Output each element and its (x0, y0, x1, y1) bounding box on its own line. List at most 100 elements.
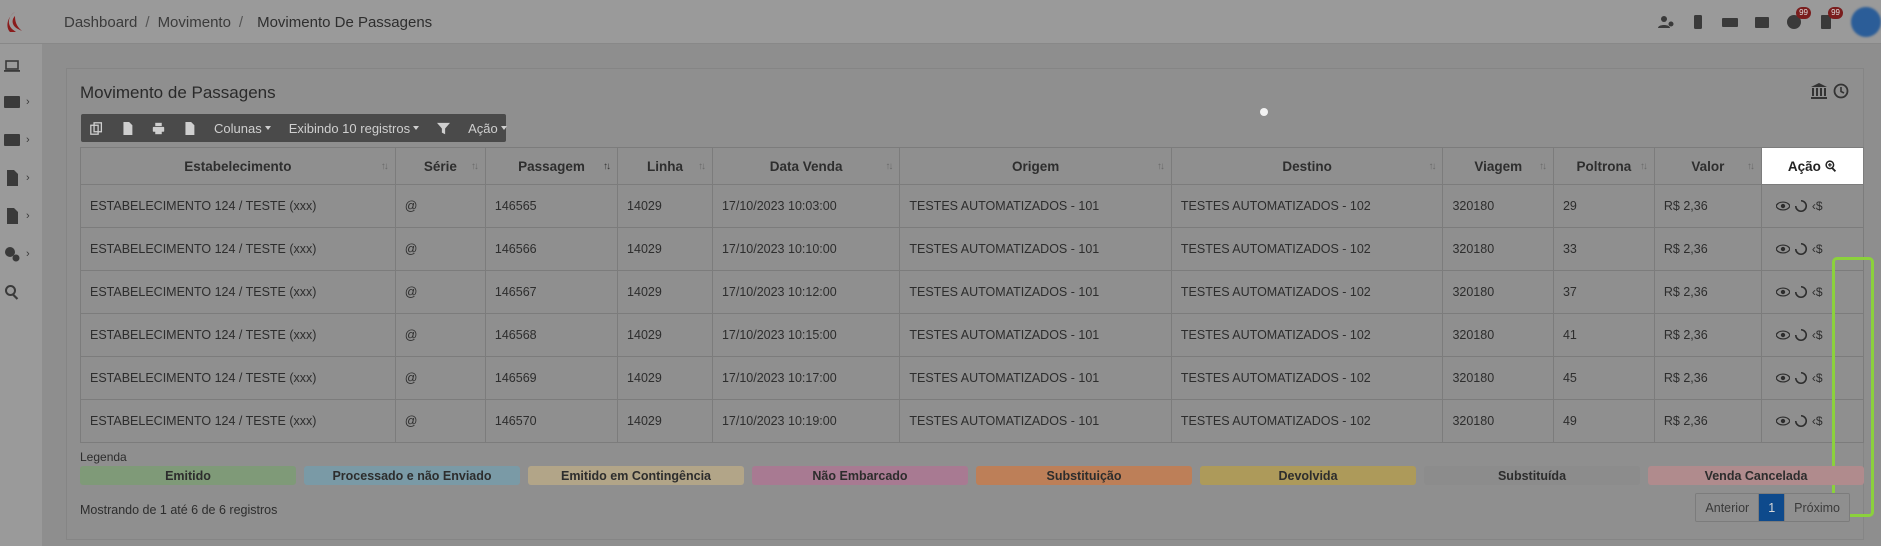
cell-destination: TESTES AUTOMATIZADOS - 102 (1170, 399, 1444, 443)
table-row[interactable]: ESTABELECIMENTO 124 / TESTE (xxx) @146567… (80, 270, 1865, 314)
refund-icon[interactable]: ‹$ (1812, 414, 1823, 428)
user-settings-icon[interactable] (1657, 13, 1675, 31)
sidebar-item-file-invoice[interactable]: › (0, 204, 42, 228)
pdf-icon (185, 121, 195, 135)
gears-icon (5, 247, 20, 262)
print-button[interactable] (143, 114, 174, 142)
legend-chip: Processado e não Enviado (304, 466, 520, 485)
column-header[interactable]: Passagem ↑↓ (484, 147, 619, 185)
sidebar-item-file[interactable]: › (0, 166, 42, 190)
column-header-label: Ação (1787, 158, 1821, 174)
undo-icon[interactable] (1794, 328, 1808, 342)
table-row[interactable]: ESTABELECIMENTO 124 / TESTE (xxx) @146570… (80, 399, 1865, 443)
cell-trip: 320180 (1442, 399, 1554, 443)
column-header-label: Série (423, 158, 457, 174)
document-icon[interactable]: 99 (1817, 7, 1843, 31)
undo-icon[interactable] (1794, 371, 1808, 385)
file-invoice-icon (7, 208, 18, 224)
refund-icon[interactable]: ‹$ (1812, 371, 1823, 385)
cell-line: 14029 (617, 270, 713, 314)
next-page-button[interactable]: Próximo (1785, 494, 1849, 521)
eye-icon[interactable] (1775, 414, 1790, 428)
columns-dropdown[interactable]: Colunas (205, 114, 280, 142)
cash-register-icon[interactable] (1753, 13, 1771, 31)
bank-icon[interactable] (1811, 83, 1827, 99)
column-header[interactable]: Valor ↑↓ (1653, 147, 1762, 185)
refund-icon[interactable]: ‹$ (1812, 242, 1823, 256)
chevron-right-icon: › (26, 210, 30, 222)
table-row[interactable]: ESTABELECIMENTO 124 / TESTE (xxx) @146569… (80, 356, 1865, 400)
table-row[interactable]: ESTABELECIMENTO 124 / TESTE (xxx) @146568… (80, 313, 1865, 357)
page-length-dropdown[interactable]: Exibindo 10 registros (280, 114, 428, 142)
cell-series: @ (394, 227, 486, 271)
sidebar-item-settings[interactable]: › (0, 242, 42, 266)
mobile-icon[interactable] (1689, 13, 1707, 31)
legend-chip: Venda Cancelada (1648, 466, 1864, 485)
column-header[interactable]: Destino ↑↓ (1170, 147, 1444, 185)
cell-series: @ (394, 356, 486, 400)
history-icon[interactable] (1833, 83, 1849, 99)
eye-icon[interactable] (1775, 328, 1790, 342)
cell-series: @ (394, 399, 486, 443)
table-row[interactable]: ESTABELECIMENTO 124 / TESTE (xxx) @146565… (80, 184, 1865, 228)
cell-ticket: 146570 (484, 399, 619, 443)
previous-page-button[interactable]: Anterior (1696, 494, 1760, 521)
cell-trip: 320180 (1442, 184, 1554, 228)
column-header[interactable]: Linha ↑↓ (617, 147, 713, 185)
column-header[interactable]: Origem ↑↓ (899, 147, 1172, 185)
action-label: Ação (468, 120, 498, 136)
breadcrumb-movimento[interactable]: Movimento (158, 14, 231, 31)
row-actions: ‹$ (1775, 242, 1863, 256)
eye-icon[interactable] (1775, 242, 1790, 256)
column-header[interactable]: Data Venda ↑↓ (711, 147, 901, 185)
sort-icon: ↑↓ (470, 161, 479, 172)
legend-chip: Devolvida (1200, 466, 1416, 485)
table-info: Mostrando de 1 até 6 de 6 registros (80, 503, 278, 517)
cell-value: R$ 2,36 (1653, 227, 1762, 271)
column-header-label: Valor (1691, 158, 1725, 174)
cell-establishment: ESTABELECIMENTO 124 / TESTE (xxx) (80, 356, 396, 400)
sidebar-item-laptop[interactable] (0, 54, 42, 78)
app-logo[interactable] (4, 10, 26, 34)
refund-icon[interactable]: ‹$ (1812, 199, 1823, 213)
undo-icon[interactable] (1794, 285, 1808, 299)
copy-button[interactable] (81, 114, 112, 142)
sidebar-item-grid[interactable]: › (0, 128, 42, 152)
refund-icon[interactable]: ‹$ (1812, 285, 1823, 299)
pdf-button[interactable] (174, 114, 205, 142)
eye-icon[interactable] (1775, 285, 1790, 299)
column-header[interactable]: Série ↑↓ (394, 147, 486, 185)
cell-seat: 45 (1552, 356, 1655, 400)
pagination: Anterior 1 Próximo (1695, 493, 1850, 522)
breadcrumb-current: Movimento De Passagens (257, 14, 433, 31)
excel-button[interactable] (112, 114, 143, 142)
sidebar-item-search[interactable] (0, 280, 42, 304)
keyboard-icon[interactable] (1721, 13, 1739, 31)
undo-icon[interactable] (1794, 414, 1808, 428)
undo-icon[interactable] (1794, 199, 1808, 213)
chevron-right-icon: › (26, 134, 30, 146)
breadcrumb-dashboard[interactable]: Dashboard (64, 14, 137, 31)
eye-icon[interactable] (1775, 199, 1790, 213)
eye-icon[interactable] (1775, 371, 1790, 385)
sidebar: › › › › › (0, 44, 42, 546)
action-column-header[interactable]: Ação (1760, 147, 1865, 185)
filter-button[interactable] (428, 114, 459, 142)
page-1-button[interactable]: 1 (1759, 494, 1786, 521)
column-header-label: Destino (1282, 158, 1332, 174)
cell-trip: 320180 (1442, 227, 1554, 271)
sidebar-item-table[interactable]: › (0, 90, 42, 114)
cell-line: 14029 (617, 227, 713, 271)
cell-series: @ (394, 313, 486, 357)
action-dropdown[interactable]: Ação (459, 114, 516, 142)
column-header[interactable]: Estabelecimento ↑↓ (80, 147, 396, 185)
refund-icon[interactable]: ‹$ (1812, 328, 1823, 342)
column-header[interactable]: Viagem ↑↓ (1442, 147, 1554, 185)
column-header[interactable]: Poltrona ↑↓ (1552, 147, 1655, 185)
globe-icon[interactable]: 99 (1785, 7, 1811, 31)
user-avatar[interactable] (1851, 7, 1881, 37)
grid-icon (4, 134, 20, 146)
table-row[interactable]: ESTABELECIMENTO 124 / TESTE (xxx) @146566… (80, 227, 1865, 271)
sort-icon: ↑↓ (380, 161, 389, 172)
undo-icon[interactable] (1794, 242, 1808, 256)
